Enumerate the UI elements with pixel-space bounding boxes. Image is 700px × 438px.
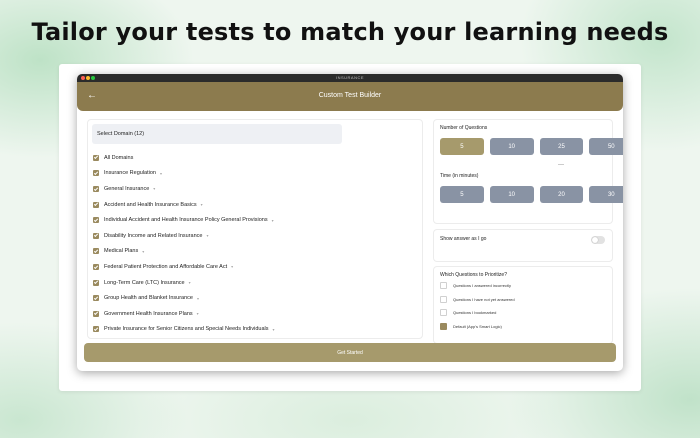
checkbox-empty-icon[interactable] [440, 309, 447, 316]
headline: Tailor your tests to match your learning… [31, 18, 669, 46]
app-title: INSURANCE [335, 75, 365, 80]
domain-list: All Domains Insurance Regulation ▾ General … [93, 150, 413, 338]
prioritize-label: Which Questions to Prioritize? [440, 272, 507, 278]
chevron-down-icon[interactable]: ▾ [231, 264, 233, 269]
questions-option-5[interactable]: 5 [440, 138, 484, 155]
chevron-down-icon[interactable]: ▾ [201, 202, 203, 207]
domain-item[interactable]: All Domains [93, 150, 413, 166]
domain-panel: Select Domain (12) All Domains Insurance … [87, 119, 423, 339]
domain-item[interactable]: General Insurance ▾ [93, 181, 413, 197]
checkbox-checked-icon[interactable] [93, 185, 99, 192]
checkbox-checked-icon[interactable] [93, 279, 99, 286]
show-answer-card: Show answer as I go [433, 229, 613, 262]
domain-label: Group Health and Blanket Insurance [104, 295, 193, 302]
domain-item[interactable]: Government Health Insurance Plans ▾ [93, 306, 413, 322]
domain-label: Individual Accident and Health Insurance… [104, 217, 268, 224]
prioritize-card: Which Questions to Prioritize? Questions… [433, 266, 613, 344]
time-label: Time (in minutes) [440, 173, 479, 179]
main-content: Select Domain (12) All Domains Insurance … [77, 111, 623, 371]
domain-label: Private Insurance for Senior Citizens an… [104, 326, 269, 333]
select-domain-header: Select Domain (12) [92, 124, 342, 144]
checkbox-checked-icon[interactable] [93, 154, 99, 161]
question-count-options: 5102550100 [440, 138, 623, 155]
time-options: 510203060 [440, 186, 623, 203]
get-started-button[interactable]: Get Started [84, 343, 616, 362]
domain-item[interactable]: Individual Accident and Health Insurance… [93, 212, 413, 228]
priority-label: Questions I have not yet answered [453, 296, 515, 302]
domain-label: Long-Term Care (LTC) Insurance [104, 279, 185, 286]
show-answer-label: Show answer as I go [440, 236, 487, 242]
checkbox-empty-icon[interactable] [440, 282, 447, 289]
domain-label: Federal Patient Protection and Affordabl… [104, 263, 228, 270]
checkbox-checked-icon[interactable] [93, 310, 99, 317]
checkbox-checked-icon[interactable] [93, 217, 99, 224]
domain-item[interactable]: Medical Plans ▾ [93, 244, 413, 260]
domain-item[interactable]: Group Health and Blanket Insurance ▾ [93, 290, 413, 306]
domain-item[interactable]: Federal Patient Protection and Affordabl… [93, 259, 413, 275]
domain-item[interactable]: Long-Term Care (LTC) Insurance ▾ [93, 275, 413, 291]
time-option-30[interactable]: 30 [589, 186, 623, 203]
chevron-down-icon[interactable]: ▾ [272, 218, 274, 223]
number-of-questions-label: Number of Questions [440, 125, 488, 131]
domain-item[interactable]: Private Insurance for Senior Citizens an… [93, 322, 413, 338]
domain-label: Medical Plans [104, 248, 139, 255]
domain-label: Accident and Health Insurance Basics [104, 201, 197, 208]
checkbox-checked-icon[interactable] [93, 263, 99, 270]
title-bar: INSURANCE [77, 74, 623, 82]
priority-label: Questions I answered incorrectly [453, 283, 512, 288]
checkbox-checked-icon[interactable] [93, 326, 99, 333]
time-option-10[interactable]: 10 [489, 186, 534, 203]
domain-label: Government Health Insurance Plans [104, 310, 193, 317]
priority-label: Default (App's Smart Logic) [453, 323, 502, 329]
chevron-down-icon[interactable]: ▾ [189, 280, 191, 285]
domain-item[interactable]: Accident and Health Insurance Basics ▾ [93, 197, 413, 213]
priority-option[interactable]: Default (App's Smart Logic) [440, 322, 502, 330]
show-answer-toggle[interactable] [591, 236, 605, 244]
chevron-down-icon[interactable]: ▾ [160, 171, 162, 176]
checkbox-checked-icon[interactable] [93, 232, 99, 239]
domain-item[interactable]: Insurance Regulation ▾ [93, 166, 413, 182]
chevron-down-icon[interactable]: ▾ [153, 186, 155, 191]
checkbox-checked-icon[interactable] [93, 201, 99, 208]
time-option-5[interactable]: 5 [440, 186, 484, 203]
divider [558, 164, 564, 165]
app-header: ← Custom Test Builder [77, 82, 623, 111]
priority-label: Questions I bookmarked [453, 310, 497, 315]
chevron-down-icon[interactable]: ▾ [272, 327, 274, 332]
questions-option-10[interactable]: 10 [489, 138, 534, 155]
priority-option[interactable]: Questions I have not yet answered [440, 295, 515, 303]
domain-label: All Domains [104, 154, 134, 161]
domain-item[interactable]: Additional Types... [93, 337, 413, 338]
app-window: INSURANCE ← Custom Test Builder Select D… [77, 74, 623, 371]
chevron-down-icon[interactable]: ▾ [142, 249, 144, 254]
questions-option-25[interactable]: 25 [539, 138, 584, 155]
chevron-down-icon[interactable]: ▾ [197, 296, 199, 301]
checkbox-empty-icon[interactable] [440, 295, 447, 303]
domain-item[interactable]: Disability Income and Related Insurance ▾ [93, 228, 413, 244]
toggle-knob [592, 237, 598, 243]
page-title: Custom Test Builder [318, 92, 382, 99]
domain-label: General Insurance [104, 185, 150, 192]
checkbox-checked-icon[interactable] [93, 248, 99, 255]
questions-time-card: Number of Questions 5102550100 Time (in … [433, 119, 623, 224]
chevron-down-icon[interactable]: ▾ [197, 311, 199, 316]
questions-option-50[interactable]: 50 [589, 138, 623, 155]
time-option-20[interactable]: 20 [539, 186, 584, 203]
checkbox-checked-icon[interactable] [93, 170, 99, 177]
checkbox-checked-icon[interactable] [440, 322, 447, 330]
priority-option[interactable]: Questions I answered incorrectly [440, 282, 511, 289]
chevron-down-icon[interactable]: ▾ [206, 233, 208, 238]
domain-label: Disability Income and Related Insurance [104, 232, 203, 239]
checkbox-checked-icon[interactable] [93, 295, 99, 302]
priority-option[interactable]: Questions I bookmarked [440, 309, 496, 316]
domain-label: Insurance Regulation [104, 170, 156, 177]
